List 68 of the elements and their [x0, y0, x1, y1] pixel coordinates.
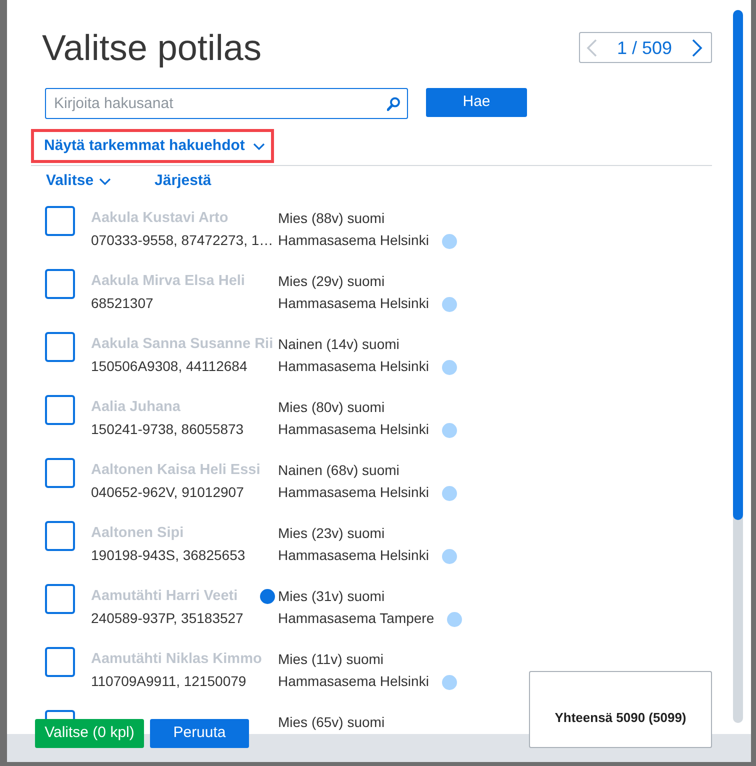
patient-ids: 110709A9911, 12150079 — [91, 672, 248, 691]
patient-name: Aakula Kustavi Arto — [91, 209, 228, 228]
chevron-right-icon — [692, 38, 703, 56]
status-dot-icon — [442, 360, 457, 374]
patient-details: Mies (29v) suomi — [278, 272, 386, 291]
row-checkbox[interactable] — [45, 206, 75, 236]
status-dot-icon — [442, 486, 457, 500]
search-field[interactable]: Kirjoita hakusanat — [45, 88, 408, 119]
patient-ids: 150241-9738, 86055873 — [91, 420, 245, 439]
scrollbar[interactable] — [733, 10, 743, 723]
clinic-name: Hammasasema Helsinki — [278, 294, 429, 313]
status-dot-icon — [442, 296, 457, 312]
patient-ids: 240589-937P, 35183527 — [91, 609, 244, 628]
status-dot-icon — [442, 548, 457, 564]
row-checkbox[interactable] — [45, 584, 75, 614]
clinic-name: Hammasasema Helsinki — [278, 546, 429, 565]
row-checkbox[interactable] — [45, 269, 75, 299]
row-checkbox[interactable] — [45, 710, 75, 719]
patient-ids: 040652-962V, 91012907 — [91, 483, 245, 502]
patient-details: Mies (11v) suomi — [278, 650, 385, 669]
row-checkbox[interactable] — [45, 458, 75, 488]
search-icon — [387, 97, 400, 111]
patient-ids: 070333-9558, 87472273, 1… — [91, 231, 274, 250]
chevron-left-icon — [586, 38, 597, 56]
total-count: Yhteensä 5090 (5099) — [554, 709, 686, 727]
clinic-name: Hammasasema Tampere — [278, 609, 434, 628]
advanced-search-link[interactable]: Näytä tarkemmat hakuehdot — [44, 134, 265, 158]
patient-details: Nainen (68v) suomi — [278, 461, 400, 480]
clinic-name: Hammasasema Helsinki — [278, 420, 429, 439]
patient-name: Aalia Juhana — [91, 398, 180, 417]
patient-ids: 150506A9308, 44112684 — [91, 357, 248, 376]
patient-name: Aakula Sanna Susanne Rii — [91, 335, 274, 354]
window-title: Valitse potilas — [42, 26, 262, 69]
cancel-button[interactable]: Peruuta — [150, 719, 249, 748]
status-dot-icon — [442, 422, 457, 438]
patient-details: Mies (65v) suomi — [278, 713, 385, 732]
patient-name: Aaltonen Kaisa Heli Essi — [91, 461, 260, 480]
clinic-name: Hammasasema Helsinki — [278, 357, 429, 376]
patient-name: Aamutähti Niklas Kimmo — [91, 650, 262, 669]
page-indicator: 1 / 509 — [616, 36, 674, 58]
sort-link[interactable]: Järjestä — [154, 170, 212, 192]
scrollbar-thumb[interactable] — [733, 10, 743, 520]
patient-ids: 68521307 — [91, 294, 154, 313]
row-checkbox[interactable] — [45, 332, 75, 362]
patient-name: Aaltonen Sipi — [91, 524, 184, 543]
confirm-button[interactable]: Valitse (0 kpl) — [35, 719, 144, 748]
patient-details: Mies (23v) suomi — [278, 524, 386, 543]
status-dot-icon — [442, 674, 457, 690]
patient-details: Mies (80v) suomi — [278, 398, 386, 417]
patient-details: Nainen (14v) suomi — [278, 335, 400, 354]
next-page-button[interactable] — [692, 38, 703, 56]
status-dot-icon — [447, 612, 462, 626]
clinic-name: Hammasasema Helsinki — [278, 231, 429, 250]
patient-details: Mies (31v) suomi — [278, 587, 386, 606]
search-button[interactable]: Hae — [426, 88, 527, 117]
status-dot-icon — [442, 234, 457, 248]
clinic-name: Hammasasema Helsinki — [278, 672, 429, 691]
row-checkbox[interactable] — [45, 395, 75, 425]
row-checkbox[interactable] — [45, 647, 75, 677]
row-checkbox[interactable] — [45, 521, 75, 551]
caret-icon — [98, 178, 111, 184]
patient-details: Mies (88v) suomi — [278, 209, 386, 228]
patient-name: Aakula Mirva Elsa Heli — [91, 272, 245, 291]
caret-icon — [252, 142, 265, 150]
patient-name: Aamutähti Harri Veeti — [91, 587, 238, 606]
clinic-name: Hammasasema Helsinki — [278, 483, 429, 502]
select-dropdown[interactable]: Valitse — [46, 170, 111, 192]
patient-ids: 190198-943S, 36825653 — [91, 546, 246, 565]
